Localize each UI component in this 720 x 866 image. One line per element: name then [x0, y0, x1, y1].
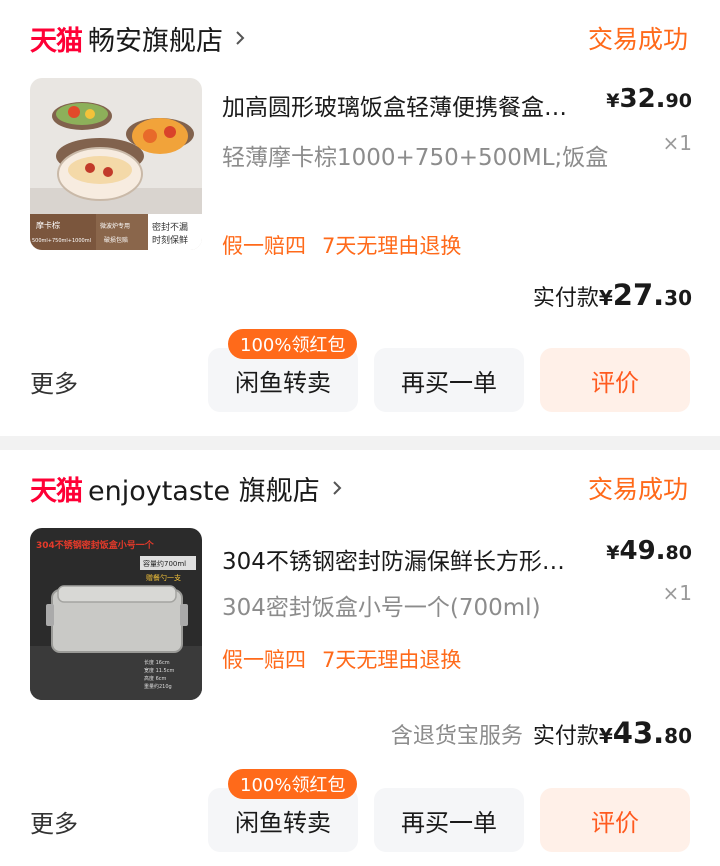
thumb-label: 宽度 11.5cm	[144, 667, 174, 674]
price-decimal: 80	[665, 542, 692, 564]
product-title[interactable]: 304不锈钢密封防漏保鲜长方形…	[222, 542, 602, 576]
product-sku: 轻薄摩卡棕1000+750+500ML;饭盒	[222, 145, 609, 171]
more-button[interactable]: 更多	[30, 804, 78, 839]
thumb-label: 500ml+750ml+1000ml	[32, 238, 91, 244]
service-tag: 假一赔四	[222, 234, 306, 258]
thumb-label: 赠餐勺一支	[146, 573, 181, 582]
product-thumbnail[interactable]: 摩卡棕 500ml+750ml+1000ml 微波炉专用 破损包赔 密封不漏 时…	[30, 78, 202, 250]
product-title[interactable]: 加高圆形玻璃饭盒轻薄便携餐盒…	[222, 88, 602, 122]
paid-amount-row: 含退货宝服务 实付款 ¥ 43. 80	[391, 716, 692, 750]
review-button[interactable]: 评价	[540, 348, 690, 412]
review-button[interactable]: 评价	[540, 788, 690, 852]
order-status: 交易成功	[587, 25, 688, 54]
paid-label: 实付款	[532, 286, 599, 311]
paid-currency: ¥	[598, 286, 613, 310]
store-name[interactable]: 畅安旗舰店	[88, 19, 223, 58]
price-currency: ¥	[606, 542, 620, 564]
product-thumbnail[interactable]: 304不锈钢密封饭盒小号一个 容量约700ml 赠餐勺一支 长度 16cm 宽度…	[30, 528, 202, 700]
paid-decimal: 80	[664, 724, 692, 748]
tmall-logo: 天猫	[30, 475, 83, 507]
rebuy-button[interactable]: 再买一单	[374, 788, 524, 852]
chevron-right-icon[interactable]	[330, 481, 344, 495]
thumb-label: 微波炉专用	[100, 222, 130, 230]
price-integer: 49.	[619, 536, 666, 566]
thumb-label: 高度 6cm	[144, 675, 167, 682]
chevron-right-icon[interactable]	[233, 31, 247, 45]
service-tags: 假一赔四 7天无理由退换	[222, 644, 461, 674]
paid-label: 实付款	[532, 724, 599, 749]
order-card: 天猫 畅安旗舰店 交易成功 摩卡棕 500ml+750ml+1000ml 微波炉…	[0, 0, 720, 436]
price-integer: 32.	[619, 84, 666, 114]
paid-amount-row: 实付款 ¥ 27. 30	[523, 278, 692, 312]
service-tags: 假一赔四 7天无理由退换	[222, 230, 461, 260]
thumb-label: 重量约210g	[144, 683, 172, 690]
more-button[interactable]: 更多	[30, 364, 78, 399]
product-quantity: ×1	[662, 131, 692, 155]
thumb-label: 时刻保鲜	[152, 234, 188, 246]
thumb-label: 容量约700ml	[143, 559, 186, 568]
price-decimal: 90	[665, 90, 692, 112]
thumb-label: 破损包赔	[104, 236, 128, 244]
paid-decimal: 30	[664, 286, 692, 310]
red-packet-badge: 100%领红包	[228, 769, 358, 799]
tmall-logo: 天猫	[30, 25, 83, 57]
order-status: 交易成功	[587, 475, 688, 504]
paid-currency: ¥	[598, 724, 613, 748]
store-name[interactable]: enjoytaste 旗舰店	[88, 469, 320, 508]
store-header[interactable]: 天猫 畅安旗舰店 交易成功	[30, 18, 688, 58]
paid-integer: 43.	[612, 716, 665, 750]
price-currency: ¥	[606, 90, 620, 112]
product-quantity: ×1	[662, 581, 692, 605]
red-packet-badge: 100%领红包	[228, 329, 358, 359]
insurance-label[interactable]: 含退货宝服务	[391, 718, 523, 750]
product-price: ¥49.80	[606, 536, 692, 566]
service-tag: 7天无理由退换	[322, 648, 462, 672]
thumb-label: 摩卡棕	[36, 220, 60, 230]
service-tag: 7天无理由退换	[322, 234, 462, 258]
paid-integer: 27.	[612, 278, 665, 312]
rebuy-button[interactable]: 再买一单	[374, 348, 524, 412]
thumb-label: 304不锈钢密封饭盒小号一个	[36, 539, 155, 551]
thumb-label: 密封不漏	[152, 221, 188, 233]
order-card: 天猫 enjoytaste 旗舰店 交易成功 304不锈钢密封饭盒小号一个 容量…	[0, 450, 720, 866]
service-tag: 假一赔四	[222, 648, 306, 672]
thumb-label: 长度 16cm	[144, 659, 170, 666]
store-header[interactable]: 天猫 enjoytaste 旗舰店 交易成功	[30, 468, 688, 508]
product-sku: 304密封饭盒小号一个(700ml)	[222, 595, 541, 621]
product-price: ¥32.90	[606, 84, 692, 114]
